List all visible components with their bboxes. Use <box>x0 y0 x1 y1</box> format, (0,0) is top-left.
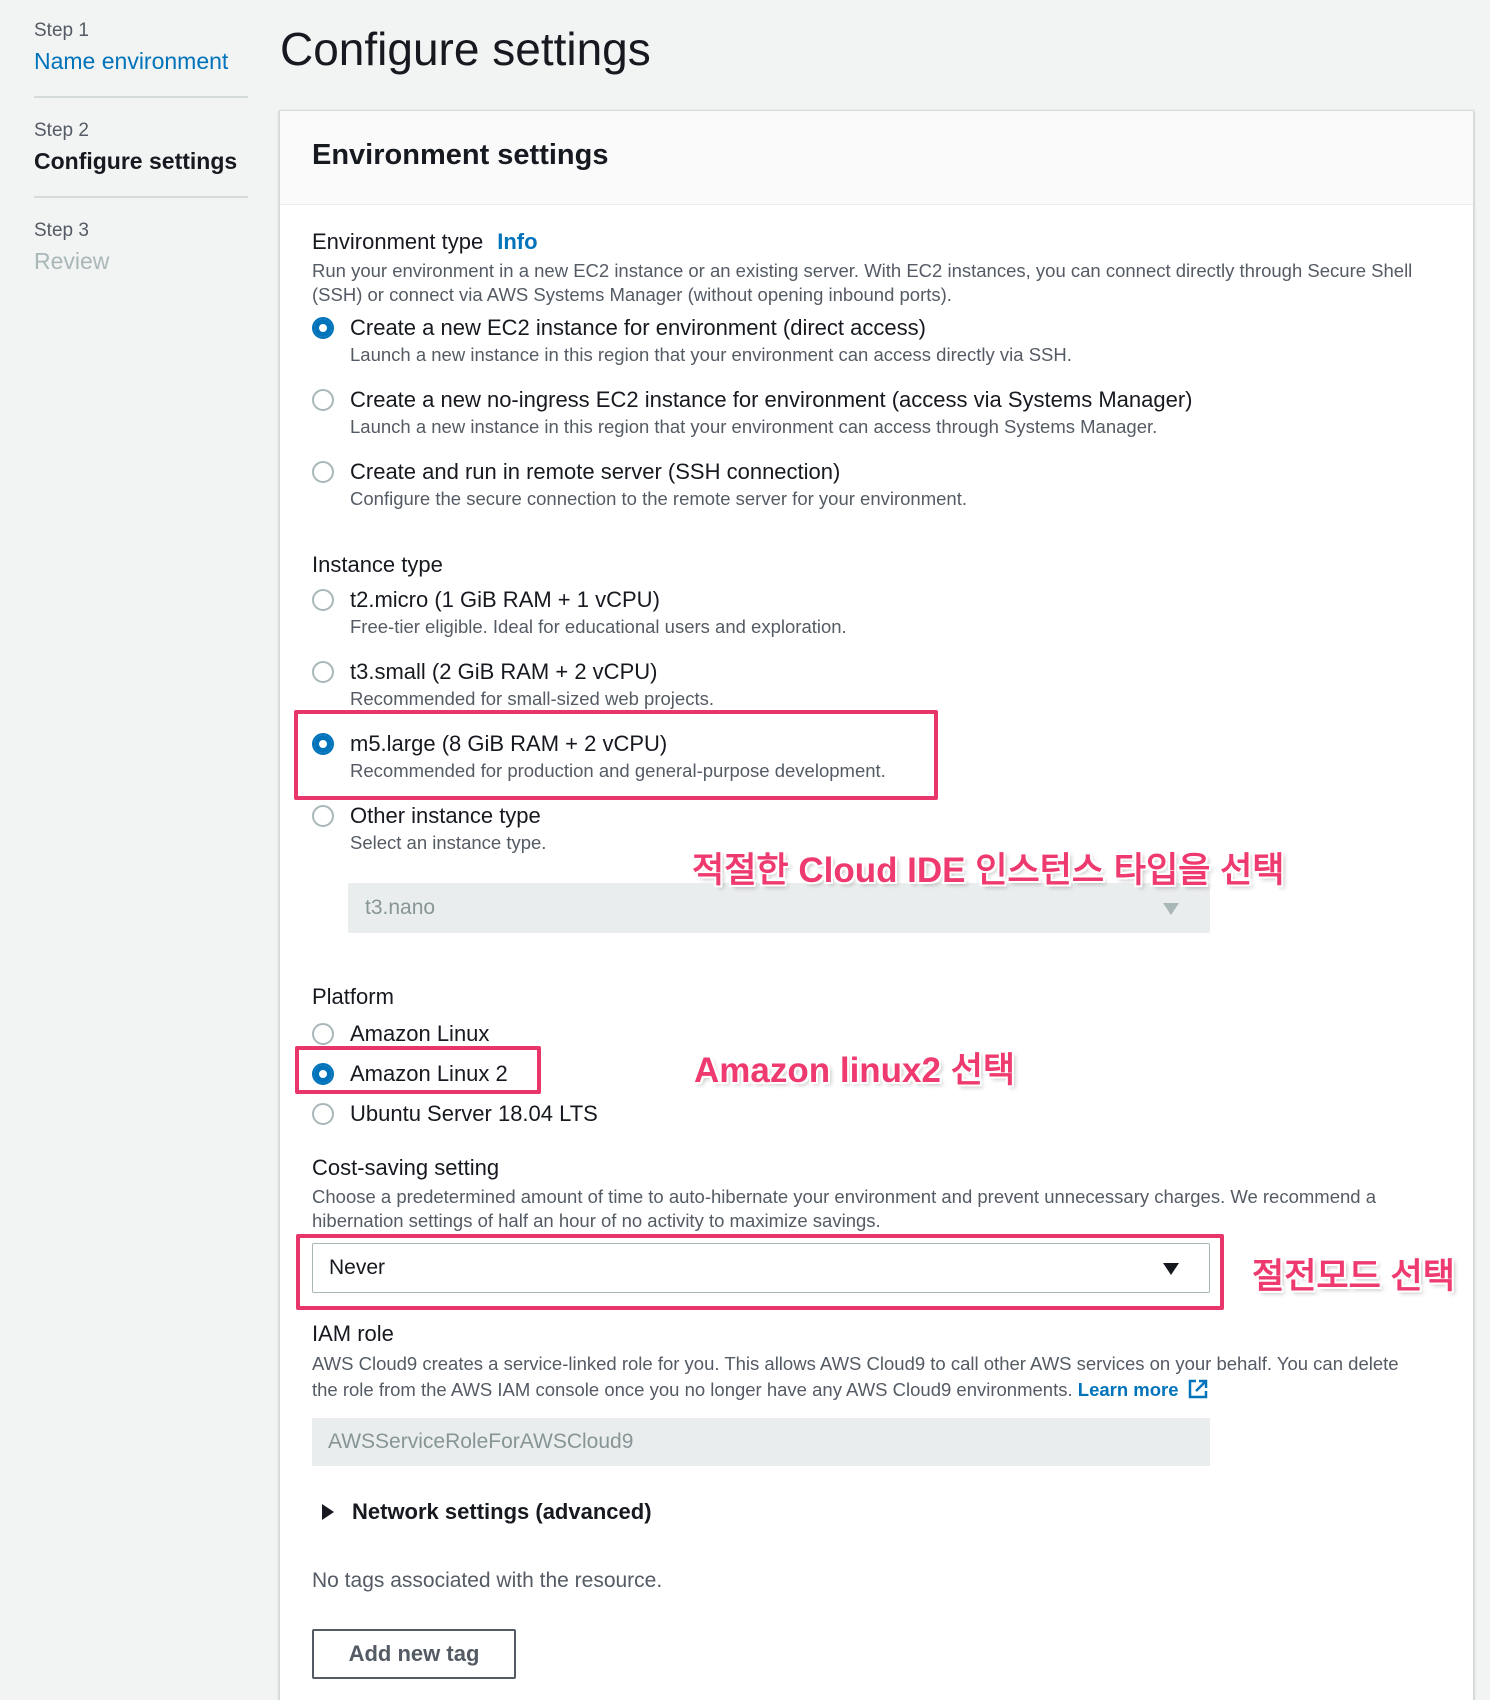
info-link[interactable]: Info <box>497 229 537 254</box>
radio-button[interactable] <box>312 389 334 411</box>
iam-role-description: AWS Cloud9 creates a service-linked role… <box>312 1351 1412 1403</box>
wizard-steps: Step 1 Name environment Step 2 Configure… <box>34 18 248 316</box>
radio-text: Create and run in remote server (SSH con… <box>350 459 967 513</box>
step-review: Review <box>34 248 110 274</box>
environment-type-label-text: Environment type <box>312 229 484 254</box>
learn-more-link[interactable]: Learn more <box>1078 1379 1179 1400</box>
radio-description: Free-tier eligible. Ideal for educationa… <box>350 616 847 637</box>
radio-label: Create a new EC2 instance for environmen… <box>350 315 926 340</box>
caret-right-icon <box>322 1504 334 1520</box>
add-new-tag-button[interactable]: Add new tag <box>312 1629 516 1679</box>
iam-role-value: AWSServiceRoleForAWSCloud9 <box>328 1430 634 1453</box>
iam-role-input: AWSServiceRoleForAWSCloud9 <box>312 1418 1210 1466</box>
radio-label: Create and run in remote server (SSH con… <box>350 459 841 484</box>
iam-role-section: IAM role AWS Cloud9 creates a service-li… <box>312 1321 1443 1403</box>
radio-text: t3.small (2 GiB RAM + 2 vCPU) Recommende… <box>350 659 714 713</box>
radio-description: Launch a new instance in this region tha… <box>350 344 1072 365</box>
radio-button[interactable] <box>312 1103 334 1125</box>
radio-text: Ubuntu Server 18.04 LTS <box>350 1101 598 1127</box>
radio-button[interactable] <box>312 461 334 483</box>
step-2: Step 2 Configure settings <box>34 118 248 198</box>
radio-description: Select an instance type. <box>350 832 547 853</box>
highlight-m5-large <box>294 710 938 800</box>
cost-saving-label: Cost-saving setting <box>312 1155 500 1180</box>
network-settings-expander[interactable]: Network settings (advanced) <box>322 1499 652 1525</box>
radio-description: Recommended for small-sized web projects… <box>350 688 714 709</box>
radio-text: Amazon Linux <box>350 1021 489 1047</box>
annotation-cost-saving: 절전모드 선택 <box>1252 1257 1455 1296</box>
step-number: Step 1 <box>34 20 89 41</box>
environment-type-description: Run your environment in a new EC2 instan… <box>312 260 1413 305</box>
radio-button[interactable] <box>312 317 334 339</box>
chevron-down-icon <box>1163 903 1179 915</box>
radio-text: Create a new no-ingress EC2 instance for… <box>350 387 1192 441</box>
tags-empty-text: No tags associated with the resource. <box>312 1569 663 1592</box>
cost-saving-description: Choose a predetermined amount of time to… <box>312 1186 1377 1231</box>
iam-role-label: IAM role <box>312 1321 394 1346</box>
radio-text: Create a new EC2 instance for environmen… <box>350 315 1072 369</box>
instance-option-t3-small[interactable]: t3.small (2 GiB RAM + 2 vCPU) Recommende… <box>312 659 714 713</box>
panel-title: Environment settings <box>312 139 609 171</box>
radio-description: Launch a new instance in this region tha… <box>350 416 1158 437</box>
env-option-remote-ssh[interactable]: Create and run in remote server (SSH con… <box>312 459 967 513</box>
step-number: Step 2 <box>34 120 89 141</box>
radio-label: t2.micro (1 GiB RAM + 1 vCPU) <box>350 587 660 612</box>
instance-type-label: Instance type <box>312 552 443 577</box>
radio-text: Other instance type Select an instance t… <box>350 803 546 857</box>
radio-description: Configure the secure connection to the r… <box>350 488 967 509</box>
instance-option-other[interactable]: Other instance type Select an instance t… <box>312 803 546 857</box>
radio-button[interactable] <box>312 589 334 611</box>
iam-role-description-text: AWS Cloud9 creates a service-linked role… <box>312 1353 1399 1400</box>
instance-option-t2-micro[interactable]: t2.micro (1 GiB RAM + 1 vCPU) Free-tier … <box>312 587 847 641</box>
cost-saving-section: Cost-saving setting Choose a predetermin… <box>312 1155 1443 1233</box>
radio-text: t2.micro (1 GiB RAM + 1 vCPU) Free-tier … <box>350 587 847 641</box>
network-settings-label: Network settings (advanced) <box>352 1499 652 1524</box>
radio-label: Amazon Linux <box>350 1021 490 1046</box>
step-current-configure-settings: Configure settings <box>34 148 238 174</box>
radio-label: Create a new no-ingress EC2 instance for… <box>350 387 1193 412</box>
annotation-platform: Amazon linux2 선택 <box>694 1051 1016 1090</box>
radio-label: t3.small (2 GiB RAM + 2 vCPU) <box>350 659 658 684</box>
radio-label: Ubuntu Server 18.04 LTS <box>350 1101 598 1126</box>
radio-button[interactable] <box>312 661 334 683</box>
step-link-name-environment[interactable]: Name environment <box>34 44 248 78</box>
step-1: Step 1 Name environment <box>34 18 248 98</box>
env-option-ec2-ssm[interactable]: Create a new no-ingress EC2 instance for… <box>312 387 1192 441</box>
step-3: Step 3 Review <box>34 218 248 296</box>
platform-label: Platform <box>312 984 394 1009</box>
highlight-amazon-linux-2 <box>295 1046 541 1094</box>
highlight-cost-saving <box>296 1234 1224 1310</box>
radio-button[interactable] <box>312 805 334 827</box>
platform-option-amazon-linux[interactable]: Amazon Linux <box>312 1021 489 1047</box>
environment-type-label: Environment type Info <box>312 229 1443 255</box>
page-title: Configure settings <box>280 23 651 75</box>
select-value: t3.nano <box>365 896 436 919</box>
env-option-ec2-direct[interactable]: Create a new EC2 instance for environmen… <box>312 315 1072 369</box>
radio-button[interactable] <box>312 1023 334 1045</box>
environment-type-section: Environment type Info Run your environmen… <box>312 229 1443 307</box>
radio-label: Other instance type <box>350 803 541 828</box>
step-number: Step 3 <box>34 220 89 241</box>
environment-settings-panel: Environment settings Environment type Inf… <box>279 110 1474 1700</box>
platform-option-ubuntu[interactable]: Ubuntu Server 18.04 LTS <box>312 1101 598 1127</box>
annotation-instance-type: 적절한 Cloud IDE 인스턴스 타입을 선택 <box>692 851 1285 890</box>
panel-header: Environment settings <box>280 111 1473 205</box>
external-link-icon[interactable] <box>1187 1378 1209 1400</box>
